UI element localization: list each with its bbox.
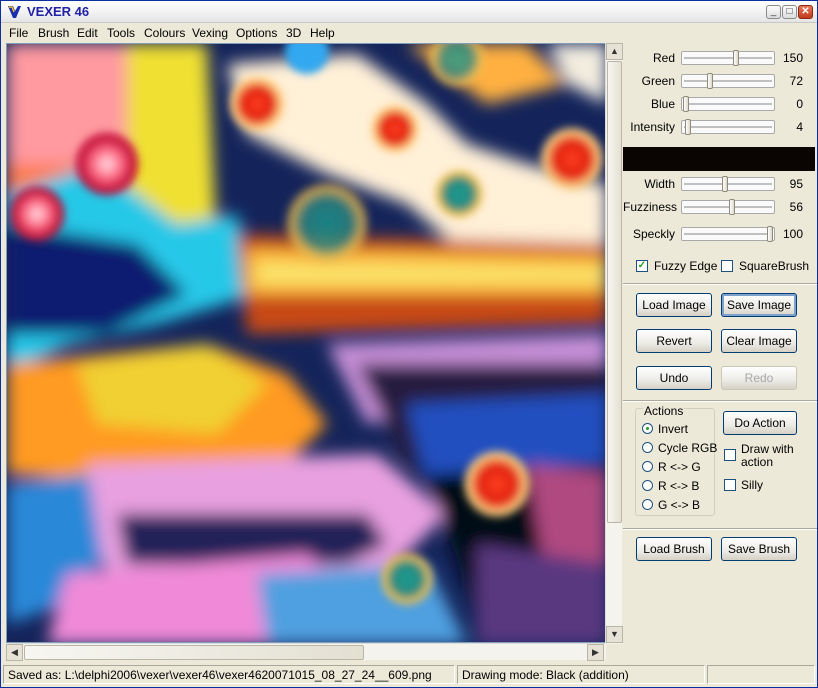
intensity-slider[interactable] bbox=[681, 119, 775, 135]
abstract-painting bbox=[7, 44, 605, 642]
menu-3d[interactable]: 3D bbox=[286, 26, 301, 40]
radio-g-b[interactable] bbox=[642, 499, 653, 510]
draw-with-action-label: Draw with action bbox=[741, 442, 794, 469]
speckly-slider[interactable] bbox=[681, 226, 775, 242]
intensity-label: Intensity bbox=[630, 120, 675, 134]
menu-colours[interactable]: Colours bbox=[144, 26, 185, 40]
menu-file[interactable]: File bbox=[9, 26, 28, 40]
close-icon: ✕ bbox=[801, 6, 810, 17]
fuzzy-edge-label: Fuzzy Edge bbox=[654, 259, 718, 273]
menu-options[interactable]: Options bbox=[236, 26, 277, 40]
red-slider[interactable] bbox=[681, 50, 775, 66]
square-brush-checkbox[interactable] bbox=[721, 260, 733, 272]
control-panel: Red 150 Green 72 Blue 0 Intensity 4 Widt… bbox=[623, 43, 817, 663]
menu-tools[interactable]: Tools bbox=[107, 26, 135, 40]
fuzziness-slider-thumb[interactable] bbox=[729, 199, 736, 215]
chevron-right-icon: ▶ bbox=[592, 647, 599, 657]
radio-g-b-label: G <-> B bbox=[658, 498, 701, 512]
width-slider-thumb[interactable] bbox=[722, 176, 729, 192]
do-action-button[interactable]: Do Action bbox=[723, 411, 797, 435]
silly-label: Silly bbox=[741, 478, 764, 492]
menu-bar: File Brush Edit Tools Colours Vexing Opt… bbox=[1, 23, 817, 43]
undo-button[interactable]: Undo bbox=[636, 366, 712, 390]
scroll-right-button[interactable]: ▶ bbox=[587, 644, 604, 661]
radio-r-b-label: R <-> B bbox=[658, 479, 700, 493]
save-image-button[interactable]: Save Image bbox=[721, 293, 797, 317]
intensity-slider-thumb[interactable] bbox=[684, 119, 691, 135]
status-bar: Saved as: L:\delphi2006\vexer\vexer46\ve… bbox=[1, 662, 817, 687]
colour-preview-swatch bbox=[623, 147, 815, 171]
menu-help[interactable]: Help bbox=[310, 26, 335, 40]
width-slider[interactable] bbox=[681, 176, 775, 192]
minimize-icon: _ bbox=[770, 6, 777, 17]
chevron-left-icon: ◀ bbox=[11, 647, 18, 657]
radio-r-g[interactable] bbox=[642, 461, 653, 472]
red-value: 150 bbox=[782, 51, 803, 65]
window-title: VEXER 46 bbox=[27, 4, 90, 19]
green-slider-thumb[interactable] bbox=[706, 73, 713, 89]
horizontal-scrollbar[interactable]: ◀ ▶ bbox=[6, 643, 606, 661]
radio-r-b[interactable] bbox=[642, 480, 653, 491]
divider bbox=[623, 283, 817, 285]
close-button[interactable]: ✕ bbox=[798, 5, 813, 19]
chevron-down-icon: ▼ bbox=[610, 629, 619, 639]
radio-invert-label: Invert bbox=[658, 422, 689, 436]
clear-image-button[interactable]: Clear Image bbox=[721, 329, 797, 353]
menu-edit[interactable]: Edit bbox=[77, 26, 98, 40]
load-image-button[interactable]: Load Image bbox=[636, 293, 712, 317]
vertical-scroll-thumb[interactable] bbox=[607, 61, 622, 523]
maximize-icon: □ bbox=[786, 6, 793, 17]
speckly-value: 100 bbox=[782, 227, 803, 241]
blue-value: 0 bbox=[796, 97, 803, 111]
radio-cycle-rgb[interactable] bbox=[642, 442, 653, 453]
divider bbox=[623, 528, 817, 530]
scroll-down-button[interactable]: ▼ bbox=[606, 626, 623, 643]
radio-cycle-rgb-label: Cycle RGB bbox=[658, 441, 718, 455]
red-label: Red bbox=[652, 51, 675, 65]
maximize-button[interactable]: □ bbox=[782, 5, 797, 19]
status-empty bbox=[707, 665, 815, 684]
revert-button[interactable]: Revert bbox=[636, 329, 712, 353]
red-slider-thumb[interactable] bbox=[732, 50, 739, 66]
speckly-label: Speckly bbox=[632, 227, 675, 241]
title-bar[interactable]: VEXER 46 _ □ ✕ bbox=[1, 1, 817, 23]
save-brush-button[interactable]: Save Brush bbox=[721, 537, 797, 561]
fuzziness-label: Fuzziness bbox=[623, 200, 678, 214]
green-slider[interactable] bbox=[681, 73, 775, 89]
radio-invert[interactable] bbox=[642, 423, 653, 434]
width-value: 95 bbox=[789, 177, 803, 191]
status-saved-as: Saved as: L:\delphi2006\vexer\vexer46\ve… bbox=[3, 665, 455, 684]
scroll-up-button[interactable]: ▲ bbox=[606, 43, 623, 60]
painting-canvas[interactable] bbox=[6, 43, 606, 643]
redo-button[interactable]: Redo bbox=[721, 366, 797, 390]
status-drawing-mode: Drawing mode: Black (addition) bbox=[457, 665, 705, 684]
load-brush-button[interactable]: Load Brush bbox=[636, 537, 712, 561]
fuzzy-edge-checkbox[interactable]: ✓ bbox=[636, 260, 648, 272]
intensity-value: 4 bbox=[796, 120, 803, 134]
main-window: VEXER 46 _ □ ✕ File Brush Edit Tools Col… bbox=[0, 0, 818, 688]
minimize-button[interactable]: _ bbox=[766, 5, 781, 19]
blue-slider[interactable] bbox=[681, 96, 775, 112]
square-brush-label: SquareBrush bbox=[739, 259, 810, 273]
silly-checkbox[interactable] bbox=[724, 479, 736, 491]
menu-vexing[interactable]: Vexing bbox=[192, 26, 228, 40]
green-value: 72 bbox=[789, 74, 803, 88]
menu-brush[interactable]: Brush bbox=[38, 26, 69, 40]
horizontal-scroll-thumb[interactable] bbox=[24, 645, 364, 660]
app-logo-icon bbox=[8, 6, 21, 18]
draw-with-action-checkbox[interactable] bbox=[724, 449, 736, 461]
divider bbox=[623, 400, 817, 402]
radio-r-g-label: R <-> G bbox=[658, 460, 701, 474]
blue-slider-thumb[interactable] bbox=[683, 96, 689, 112]
vertical-scrollbar[interactable]: ▲ ▼ bbox=[605, 43, 623, 644]
fuzziness-value: 56 bbox=[789, 200, 803, 214]
width-label: Width bbox=[644, 177, 675, 191]
actions-group-title: Actions bbox=[643, 404, 685, 418]
green-label: Green bbox=[641, 74, 675, 88]
chevron-up-icon: ▲ bbox=[610, 46, 619, 56]
scroll-left-button[interactable]: ◀ bbox=[6, 644, 23, 661]
fuzziness-slider[interactable] bbox=[681, 199, 775, 215]
blue-label: Blue bbox=[650, 97, 675, 111]
